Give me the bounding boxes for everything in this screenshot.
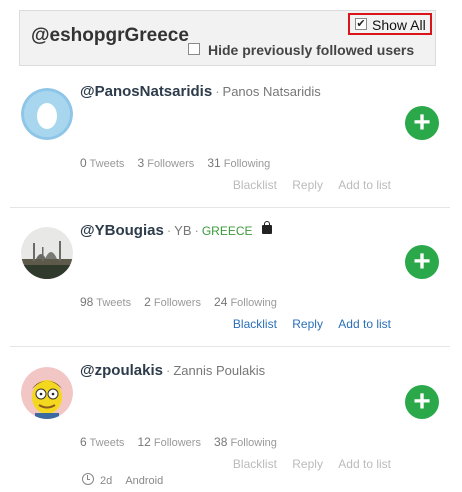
following-label: Following bbox=[230, 297, 277, 309]
followers-count: 12 bbox=[137, 435, 151, 449]
user-card: @zpoulakis · Zannis Poulakis + 6 Tweets 12… bbox=[10, 347, 450, 487]
egg-avatar-icon[interactable] bbox=[21, 88, 73, 140]
user-location: GREECE bbox=[201, 224, 253, 238]
separator-dot: · bbox=[215, 84, 220, 99]
tweets-label: Tweets bbox=[96, 297, 132, 309]
add-to-list-link[interactable]: Add to list bbox=[338, 178, 391, 192]
reply-link[interactable]: Reply bbox=[292, 457, 323, 471]
tweets-count: 98 bbox=[80, 295, 94, 309]
tweets-count: 0 bbox=[80, 156, 87, 170]
tweet-meta: 2d Android bbox=[82, 472, 163, 487]
blacklist-link[interactable]: Blacklist bbox=[233, 317, 277, 331]
tweets-label: Tweets bbox=[89, 158, 125, 170]
followers-label: Followers bbox=[153, 297, 201, 309]
following-label: Following bbox=[223, 158, 271, 170]
show-all-label: Show All bbox=[372, 17, 426, 33]
user-full-name: YB bbox=[174, 223, 192, 238]
user-actions: Blacklist Reply Add to list bbox=[221, 317, 391, 331]
add-to-list-link[interactable]: Add to list bbox=[338, 457, 391, 471]
user-handle[interactable]: @PanosNatsaridis bbox=[80, 83, 212, 100]
followers-label: Followers bbox=[147, 158, 195, 170]
separator-dot: · bbox=[194, 223, 199, 238]
last-tweet-age: 2d bbox=[100, 475, 113, 487]
user-stats: 0 Tweets 3 Followers 31 Following bbox=[80, 156, 280, 170]
user-actions: Blacklist Reply Add to list bbox=[221, 178, 391, 192]
followers-count: 3 bbox=[137, 156, 145, 170]
add-to-list-link[interactable]: Add to list bbox=[338, 317, 391, 331]
following-count: 31 bbox=[207, 156, 221, 170]
separator-dot: · bbox=[165, 363, 171, 378]
user-name-line: @YBougias · YB · GREECE bbox=[80, 221, 272, 239]
lock-icon bbox=[261, 221, 272, 234]
user-card: @YBougias · YB · GREECE + 98 Tweets 2 Follow… bbox=[10, 207, 450, 345]
hide-followed-checkbox[interactable] bbox=[188, 43, 200, 55]
list-header: @eshopgrGreece ✔ Show All Hide previousl… bbox=[19, 10, 436, 66]
tweets-count: 6 bbox=[80, 435, 87, 449]
account-handle: @eshopgrGreece bbox=[31, 25, 189, 46]
show-all-checkbox[interactable]: ✔ bbox=[355, 18, 367, 30]
follow-button[interactable]: + bbox=[405, 106, 439, 140]
followers-count: 2 bbox=[144, 295, 151, 309]
show-all-toggle[interactable]: ✔ Show All bbox=[348, 13, 432, 35]
blacklist-link[interactable]: Blacklist bbox=[233, 178, 277, 192]
following-count: 24 bbox=[214, 295, 228, 309]
user-card: @PanosNatsaridis · Panos Natsaridis + 0 Tw… bbox=[10, 68, 450, 206]
hide-followed-label: Hide previously followed users bbox=[208, 42, 415, 58]
clock-icon bbox=[82, 473, 94, 485]
tweets-label: Tweets bbox=[89, 437, 125, 449]
followers-label: Followers bbox=[153, 437, 201, 449]
cartoon-avatar[interactable] bbox=[21, 367, 73, 419]
follow-button[interactable]: + bbox=[405, 245, 439, 279]
blacklist-link[interactable]: Blacklist bbox=[233, 457, 277, 471]
following-count: 38 bbox=[214, 435, 228, 449]
tweet-source: Android bbox=[125, 475, 164, 487]
reply-link[interactable]: Reply bbox=[292, 317, 323, 331]
user-handle[interactable]: @YBougias bbox=[80, 222, 164, 239]
mosque-photo-avatar[interactable] bbox=[21, 227, 73, 279]
user-full-name: Panos Natsaridis bbox=[222, 84, 321, 99]
user-handle[interactable]: @zpoulakis bbox=[80, 362, 163, 379]
user-stats: 98 Tweets 2 Followers 24 Following bbox=[80, 295, 287, 309]
user-full-name: Zannis Poulakis bbox=[173, 363, 266, 378]
user-stats: 6 Tweets 12 Followers 38 Following bbox=[80, 435, 287, 449]
user-actions: Blacklist Reply Add to list bbox=[221, 457, 391, 471]
user-name-line: @zpoulakis · Zannis Poulakis bbox=[80, 362, 265, 379]
user-name-line: @PanosNatsaridis · Panos Natsaridis bbox=[80, 83, 321, 100]
reply-link[interactable]: Reply bbox=[292, 178, 323, 192]
following-label: Following bbox=[230, 437, 277, 449]
follow-button[interactable]: + bbox=[405, 385, 439, 419]
separator-dot: · bbox=[166, 223, 172, 238]
